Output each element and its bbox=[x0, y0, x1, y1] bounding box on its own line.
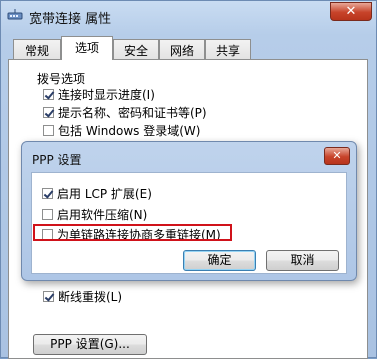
window-close-button[interactable]: ✕ bbox=[330, 2, 372, 21]
checkbox-box[interactable] bbox=[43, 291, 54, 302]
checkbox-box[interactable] bbox=[43, 125, 54, 136]
include-domain-checkbox[interactable]: 包括 Windows 登录域(W) bbox=[43, 123, 200, 138]
network-connection-icon bbox=[7, 8, 23, 22]
ppp-settings-button[interactable]: PPP 设置(G)... bbox=[33, 334, 147, 355]
cancel-button[interactable]: 取消 bbox=[266, 250, 339, 271]
software-compression-checkbox[interactable]: 启用软件压缩(N) bbox=[42, 207, 147, 222]
include-domain-label: 包括 Windows 登录域(W) bbox=[58, 124, 201, 138]
title-bar: 宽带连接 属性 ✕ bbox=[1, 1, 377, 31]
window-title: 宽带连接 属性 bbox=[29, 12, 112, 27]
prompt-credentials-label: 提示名称、密码和证书等(P) bbox=[58, 106, 207, 120]
prompt-credentials-checkbox[interactable]: 提示名称、密码和证书等(P) bbox=[43, 105, 207, 120]
tab-sharing[interactable]: 共享 bbox=[205, 39, 251, 59]
multilink-highlight-box bbox=[33, 224, 232, 241]
dialing-options-label: 拨号选项 bbox=[37, 72, 86, 86]
properties-window: 宽带连接 属性 ✕ 常规 选项 安全 网络 共享 拨号选项 连接时显示进度(I)… bbox=[0, 0, 377, 359]
redial-checkbox[interactable]: 断线重拨(L) bbox=[43, 289, 122, 304]
tab-options[interactable]: 选项 bbox=[61, 36, 113, 60]
ppp-dialog-body: 启用 LCP 扩展(E) 启用软件压缩(N) 为单链路连接协商多重链接(M) 确… bbox=[31, 172, 347, 274]
software-compression-label: 启用软件压缩(N) bbox=[57, 208, 148, 222]
ppp-dialog-close-button[interactable]: ✕ bbox=[324, 147, 350, 165]
ok-button[interactable]: 确定 bbox=[183, 250, 256, 271]
ppp-dialog-title: PPP 设置 bbox=[32, 153, 82, 167]
enable-lcp-label: 启用 LCP 扩展(E) bbox=[57, 187, 152, 201]
tab-network[interactable]: 网络 bbox=[159, 39, 205, 59]
ppp-settings-dialog: PPP 设置 ✕ 启用 LCP 扩展(E) 启用软件压缩(N) 为单链路连接协商… bbox=[21, 141, 357, 281]
show-progress-checkbox[interactable]: 连接时显示进度(I) bbox=[43, 87, 155, 102]
checkbox-box[interactable] bbox=[43, 107, 54, 118]
tab-general[interactable]: 常规 bbox=[13, 39, 61, 59]
checkbox-box[interactable] bbox=[42, 188, 53, 199]
redial-label: 断线重拨(L) bbox=[58, 290, 123, 304]
show-progress-label: 连接时显示进度(I) bbox=[58, 88, 155, 102]
checkbox-box[interactable] bbox=[42, 209, 53, 220]
tab-security[interactable]: 安全 bbox=[113, 39, 159, 59]
enable-lcp-checkbox[interactable]: 启用 LCP 扩展(E) bbox=[42, 186, 152, 201]
checkbox-box[interactable] bbox=[43, 89, 54, 100]
